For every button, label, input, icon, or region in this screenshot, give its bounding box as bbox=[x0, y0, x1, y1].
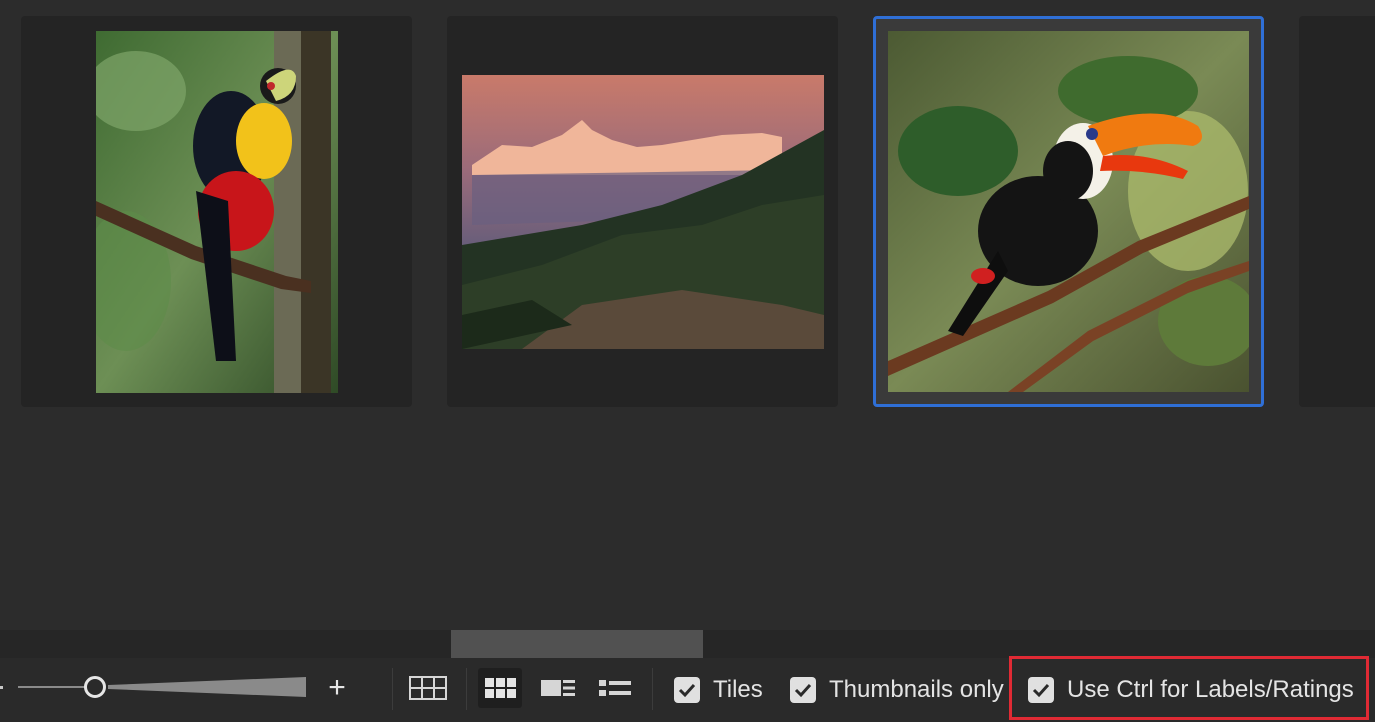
zoom-in-button[interactable]: + bbox=[323, 673, 351, 703]
divider bbox=[466, 668, 467, 710]
zoom-out-icon[interactable] bbox=[0, 686, 3, 689]
thumbnail-toco-toucan[interactable] bbox=[873, 16, 1264, 407]
divider bbox=[392, 668, 393, 710]
slider-knob[interactable] bbox=[84, 676, 106, 698]
grid-outline-icon[interactable] bbox=[406, 668, 450, 708]
thumbnail-himalayan-sunset[interactable] bbox=[447, 16, 838, 407]
divider bbox=[652, 668, 653, 710]
photo-himalayan-sunset bbox=[462, 75, 824, 349]
scrollbar-thumb[interactable] bbox=[451, 630, 703, 658]
list-view-icon[interactable] bbox=[593, 668, 637, 708]
details-view-icon[interactable] bbox=[536, 668, 580, 708]
slider-wedge bbox=[108, 677, 306, 697]
photo-red-breasted-toucan bbox=[96, 31, 338, 393]
thumbnail-grid bbox=[0, 0, 1375, 630]
checkbox-checked-icon[interactable] bbox=[674, 677, 700, 703]
tiles-label: Tiles bbox=[713, 676, 763, 703]
grid-filled-icon[interactable] bbox=[478, 668, 522, 708]
thumbnail-partial[interactable] bbox=[1299, 16, 1375, 407]
photo-toco-toucan bbox=[888, 31, 1249, 392]
checkbox-checked-icon[interactable] bbox=[790, 677, 816, 703]
thumbnail-size-slider[interactable] bbox=[18, 676, 308, 698]
thumbnails-only-label: Thumbnails only bbox=[829, 676, 1004, 703]
thumbnail-red-breasted-toucan[interactable] bbox=[21, 16, 412, 407]
horizontal-scrollbar[interactable] bbox=[0, 630, 1375, 658]
highlight-annotation bbox=[1009, 656, 1369, 720]
